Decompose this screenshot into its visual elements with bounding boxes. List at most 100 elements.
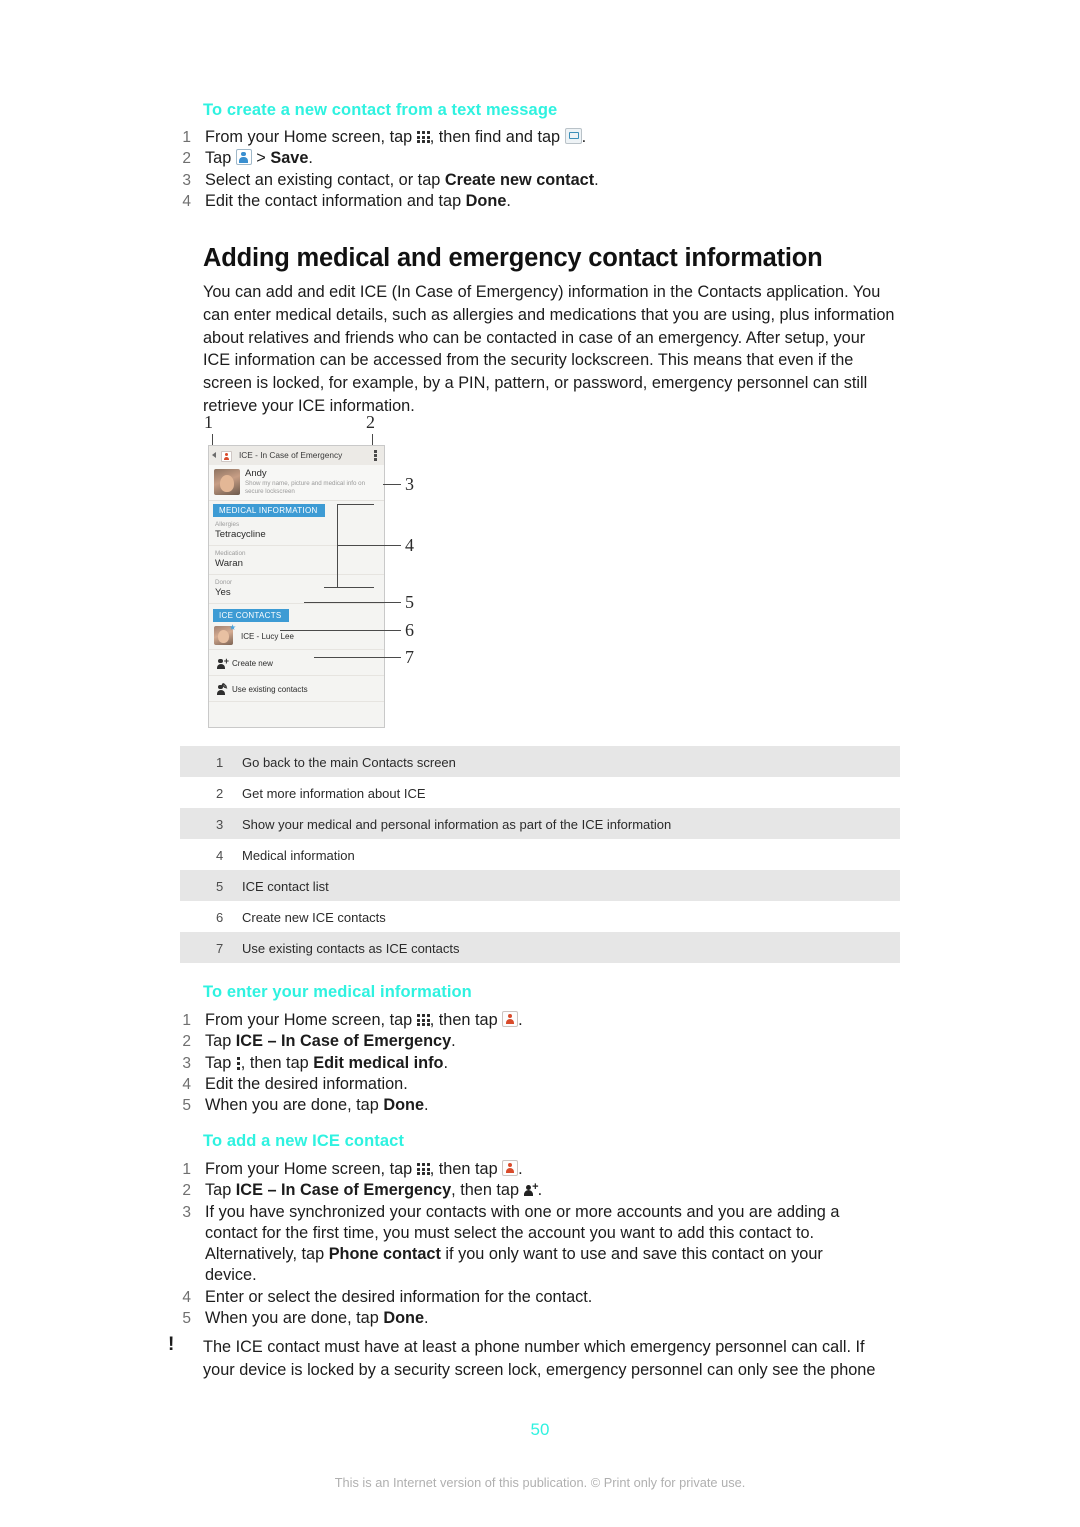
legend-text: ICE contact list — [242, 879, 329, 894]
step-text: . — [518, 1160, 523, 1178]
legend-text: Create new ICE contacts — [242, 910, 386, 925]
divider — [209, 701, 384, 702]
leader-line-3 — [383, 484, 401, 485]
use-existing-label[interactable]: Use existing contacts — [232, 685, 308, 694]
step-item: Tap , then tap Edit medical info. — [177, 1053, 887, 1075]
create-new-label[interactable]: Create new — [232, 659, 273, 668]
legend-number: 2 — [216, 786, 224, 801]
table-row: 6 Create new ICE contacts — [180, 901, 900, 932]
leader-line-5 — [304, 602, 401, 603]
field-label-medication: Medication — [215, 550, 246, 557]
field-value-medication: Waran — [215, 558, 243, 569]
back-arrow-icon[interactable] — [212, 452, 216, 458]
profile-subtitle: Show my name, picture and medical info o… — [245, 480, 366, 495]
callout-label-4: 4 — [405, 535, 414, 555]
overflow-menu-icon[interactable] — [374, 450, 377, 461]
existing-person-icon[interactable]: ✎ — [216, 683, 228, 695]
callout-label-5: 5 — [405, 592, 414, 612]
step-item: Edit the contact information and tap Don… — [177, 191, 887, 213]
leader-line-6 — [280, 630, 401, 631]
leader-bracket-4-top — [338, 504, 374, 505]
step-text: When you are done, tap — [205, 1096, 384, 1115]
step-item: Edit the desired information. — [177, 1074, 408, 1096]
steps-create-from-text: From your Home screen, tap , then find a… — [177, 127, 887, 212]
callout-label-7: 7 — [405, 647, 414, 667]
table-row: 5 ICE contact list — [180, 870, 900, 901]
table-row: 4 Medical information — [180, 839, 900, 870]
step-text: . — [451, 1032, 456, 1051]
step-text: . — [443, 1053, 449, 1072]
divider — [209, 574, 384, 575]
phone-profile-row[interactable]: Andy Show my name, picture and medical i… — [209, 465, 384, 501]
contacts-app-icon — [502, 1160, 519, 1176]
messaging-icon — [564, 128, 582, 144]
step-text: Select an existing contact, or tap — [205, 170, 445, 189]
heading-add-ice-contact: To add a new ICE contact — [203, 1132, 405, 1150]
table-row: 7 Use existing contacts as ICE contacts — [180, 932, 900, 963]
legend-text: Go back to the main Contacts screen — [242, 755, 456, 770]
step-text: > — [251, 149, 271, 168]
field-value-allergies: Tetracycline — [215, 529, 266, 540]
step-text: . — [308, 149, 313, 168]
step-text: . — [594, 170, 599, 189]
page-number: 50 — [530, 1420, 550, 1439]
legend-number: 3 — [216, 817, 224, 832]
steps-add-ice-contact: From your Home screen, tap , then tap . … — [177, 1159, 877, 1330]
heading-enter-medical-info: To enter your medical information — [203, 983, 472, 1001]
legend-number: 7 — [216, 941, 224, 956]
step-item: Select an existing contact, or tap Creat… — [177, 170, 887, 192]
step-text: From your Home screen, tap — [205, 1160, 417, 1178]
step-text: , then tap — [429, 1011, 503, 1029]
step-text: . — [581, 128, 587, 146]
divider — [209, 649, 384, 650]
ice-app-icon — [221, 451, 232, 462]
callout-label-2: 2 — [366, 412, 375, 432]
step-item: If you have synchronized your contacts w… — [177, 1202, 877, 1287]
step-text: From your Home screen, tap — [205, 1011, 417, 1029]
step-bold-label: Done — [383, 1096, 425, 1115]
table-row: 1 Go back to the main Contacts screen — [180, 746, 900, 777]
step-text: When you are done, tap — [205, 1309, 384, 1328]
table-row: 2 Get more information about ICE — [180, 777, 900, 808]
legend-text: Show your medical and personal informati… — [242, 817, 672, 832]
legend-text: Medical information — [242, 848, 355, 863]
leader-bracket-4-bottom — [324, 587, 374, 588]
phone-appbar-title: ICE - In Case of Emergency — [239, 450, 343, 460]
contacts-app-icon — [502, 1011, 519, 1027]
figure-legend-table: 1 Go back to the main Contacts screen 2 … — [180, 746, 900, 963]
apps-grid-icon — [416, 131, 430, 143]
step-item: From your Home screen, tap , then find a… — [177, 127, 887, 149]
footer-disclaimer: This is an Internet version of this publ… — [334, 1475, 746, 1490]
step-text: . — [424, 1096, 429, 1115]
star-icon: ★ — [229, 623, 237, 632]
step-text: Tap — [205, 1181, 236, 1200]
overflow-menu-icon — [236, 1056, 241, 1070]
contacts-person-icon — [235, 149, 252, 166]
step-text: , then tap — [451, 1181, 524, 1200]
step-bold-label: Save — [270, 149, 309, 168]
step-bold-label: Done — [383, 1309, 425, 1328]
step-text: Tap — [205, 1053, 236, 1072]
legend-number: 1 — [216, 755, 224, 770]
legend-text: Get more information about ICE — [242, 786, 426, 801]
step-item: Enter or select the desired information … — [177, 1287, 593, 1309]
divider — [209, 603, 384, 604]
step-item: When you are done, tap Done. — [177, 1308, 877, 1330]
legend-number: 6 — [216, 910, 224, 925]
add-person-icon[interactable]: + — [216, 657, 229, 669]
leader-line-4 — [337, 545, 401, 546]
section-create-from-text-heading: To create a new contact from a text mess… — [203, 101, 557, 120]
ice-contact-name[interactable]: ICE - Lucy Lee — [241, 632, 294, 641]
field-value-donor: Yes — [215, 587, 231, 598]
divider — [209, 675, 384, 676]
apps-grid-icon — [416, 1163, 430, 1175]
step-bold-label: Done — [465, 191, 507, 210]
warning-exclamation-icon: ! — [168, 1334, 175, 1355]
step-bold-label: Create new contact — [444, 170, 595, 189]
step-bold-label: ICE – In Case of Emergency — [235, 1181, 452, 1200]
profile-name: Andy — [245, 468, 267, 479]
note-text: The ICE contact must have at least a pho… — [203, 1338, 876, 1379]
phone-appbar: ICE - In Case of Emergency — [209, 446, 384, 466]
step-item: From your Home screen, tap , then tap . — [177, 1010, 887, 1032]
add-person-icon: + — [524, 1182, 539, 1197]
